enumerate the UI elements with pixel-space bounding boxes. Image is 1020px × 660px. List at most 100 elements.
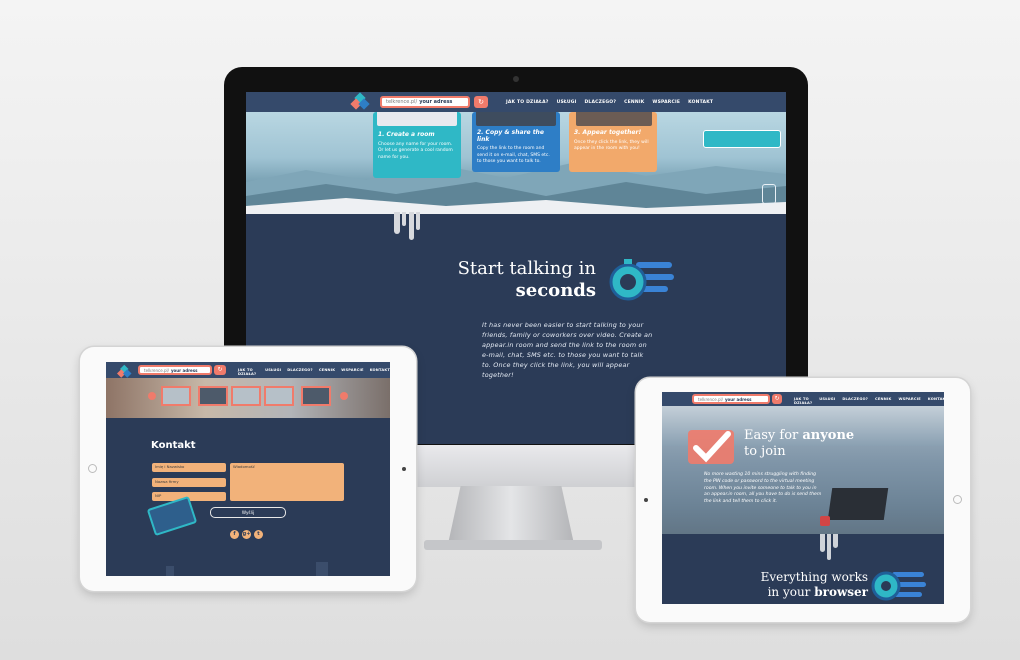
drip: [833, 534, 838, 548]
hero-body: It has never been easier to start talkin…: [482, 321, 653, 379]
go-button[interactable]: ↻: [214, 365, 226, 375]
city-silhouette: [166, 566, 174, 576]
message-field[interactable]: Wiadomość: [230, 463, 344, 501]
hero-title: Start talking in seconds: [426, 258, 596, 302]
drip: [416, 212, 420, 230]
nav-links: JAK TO DZIAŁA? USŁUGI DLACZEGO? CENNIK W…: [238, 368, 390, 376]
url-value: your adress: [170, 367, 198, 373]
nav-link[interactable]: USŁUGI: [819, 397, 835, 405]
drip: [394, 212, 400, 234]
drip: [827, 534, 831, 560]
feature-body: No more wasting 10 mins struggling with …: [704, 472, 822, 505]
feature-title: Easy for anyone to join: [744, 428, 854, 460]
feature-title-bold: anyone: [802, 428, 855, 443]
photo-thumb[interactable]: [231, 386, 261, 406]
city-silhouette: [316, 562, 328, 576]
step-text: Copy the link to the room and send it on…: [477, 146, 550, 164]
room-url-input[interactable]: telkrence.pl/your adress: [380, 96, 470, 108]
step-title: 2. Copy & share the link: [477, 129, 544, 143]
gear-icon: [871, 571, 926, 601]
camera-icon: [644, 498, 648, 502]
nav-link[interactable]: JAK TO DZIAŁA?: [794, 397, 812, 405]
url-value: your adress: [419, 99, 453, 105]
imac-base: [424, 540, 602, 550]
go-button[interactable]: ↻: [772, 394, 782, 404]
imac-stand: [448, 486, 574, 544]
step-title: 1. Create a room: [378, 131, 435, 138]
nav-link[interactable]: WSPARCIE: [652, 100, 680, 105]
chat-bubble: [703, 130, 781, 148]
step-text: Choose any name for your room. Or let us…: [378, 141, 453, 160]
nav-link[interactable]: CENNIK: [875, 397, 891, 405]
bottom-title-line1: Everything works: [760, 570, 868, 584]
bottom-title-pre: in your: [767, 585, 815, 599]
google-plus-icon[interactable]: g+: [242, 530, 251, 539]
url-prefix: telkrence.pl/: [698, 396, 723, 402]
step-card-appear: 3. Appear together! Once they click the …: [569, 106, 657, 172]
photo-thumb[interactable]: [198, 386, 228, 406]
nav-link[interactable]: JAK TO DZIAŁA?: [238, 368, 259, 376]
url-prefix: telkrence.pl/: [386, 99, 418, 105]
tablet-right-screen: Easy for anyone to join No more wasting …: [662, 392, 944, 604]
bottom-title: Everything works in your browser: [728, 570, 868, 600]
feature-title-pre: Easy for: [744, 428, 803, 443]
room-url-input[interactable]: telkrence.pl/your adress: [692, 394, 770, 404]
room-url-input[interactable]: telkrence.pl/your adress: [138, 365, 212, 375]
go-button[interactable]: ↻: [474, 96, 488, 108]
url-prefix: telkrence.pl/: [144, 367, 169, 373]
feature-title-line2: to join: [744, 444, 786, 459]
hero-title-line2: seconds: [515, 280, 596, 301]
nav-link[interactable]: KONTAKT: [928, 397, 944, 405]
camera-icon: [513, 76, 519, 82]
hero-title-line1: Start talking in: [457, 258, 596, 279]
drip: [409, 212, 414, 240]
arrow-right-icon[interactable]: [340, 392, 348, 400]
nav-link[interactable]: KONTAKT: [688, 100, 713, 105]
nav-link[interactable]: USŁUGI: [557, 100, 577, 105]
nav-link[interactable]: CENNIK: [319, 368, 335, 376]
top-nav: telkrence.pl/your adress ↻ JAK TO DZIAŁA…: [106, 362, 390, 378]
step-title: 3. Appear together!: [574, 129, 642, 136]
laptop-image: [827, 488, 889, 520]
mug-image: [820, 516, 830, 526]
nav-link[interactable]: WSPARCIE: [341, 368, 363, 376]
home-button[interactable]: [953, 495, 962, 504]
nav-link[interactable]: WSPARCIE: [898, 397, 920, 405]
nav-link[interactable]: KONTAKT: [370, 368, 390, 376]
bottom-title-bold: browser: [814, 585, 868, 599]
twitter-icon[interactable]: t: [254, 530, 263, 539]
drip: [402, 212, 406, 226]
step-text: Once they click the link, they will appe…: [574, 139, 649, 152]
stopwatch-icon: [609, 259, 674, 301]
nav-link[interactable]: DLACZEGO?: [842, 397, 868, 405]
download-icon[interactable]: [762, 184, 776, 204]
photo-thumb[interactable]: [301, 386, 331, 406]
tablet-left-screen: telkrence.pl/your adress ↻ JAK TO DZIAŁA…: [106, 362, 390, 576]
home-button[interactable]: [88, 464, 97, 473]
nav-link[interactable]: DLACZEGO?: [584, 100, 616, 105]
contact-title: Kontakt: [151, 440, 196, 451]
url-value: your adress: [724, 396, 752, 402]
nav-link[interactable]: CENNIK: [624, 100, 644, 105]
envelope-icon: [146, 495, 198, 537]
nav-links: JAK TO DZIAŁA? USŁUGI DLACZEGO? CENNIK W…: [794, 397, 944, 405]
drip: [820, 534, 825, 552]
top-nav: telkrence.pl/your adress ↻ JAK TO DZIAŁA…: [662, 392, 944, 406]
step-card-create: 1. Create a room Choose any name for you…: [373, 106, 461, 178]
camera-icon: [402, 467, 406, 471]
name-field[interactable]: Imię i Nazwisko: [152, 463, 226, 472]
photo-thumb[interactable]: [264, 386, 294, 406]
submit-button[interactable]: Wyślij: [210, 507, 286, 518]
company-field[interactable]: Nazwa firmy: [152, 478, 226, 487]
logo-icon: [350, 92, 370, 110]
nav-link[interactable]: JAK TO DZIAŁA?: [506, 100, 549, 105]
checkmark-icon: [688, 430, 734, 464]
photo-thumb[interactable]: [161, 386, 191, 406]
top-nav: telkrence.pl/your adress ↻ JAK TO DZIAŁA…: [246, 92, 786, 112]
nav-link[interactable]: USŁUGI: [265, 368, 281, 376]
nav-link[interactable]: DLACZEGO?: [287, 368, 313, 376]
step-card-share: 2. Copy & share the link Copy the link t…: [472, 106, 560, 172]
facebook-icon[interactable]: f: [230, 530, 239, 539]
nav-links: JAK TO DZIAŁA? USŁUGI DLACZEGO? CENNIK W…: [506, 100, 713, 105]
arrow-left-icon[interactable]: [148, 392, 156, 400]
